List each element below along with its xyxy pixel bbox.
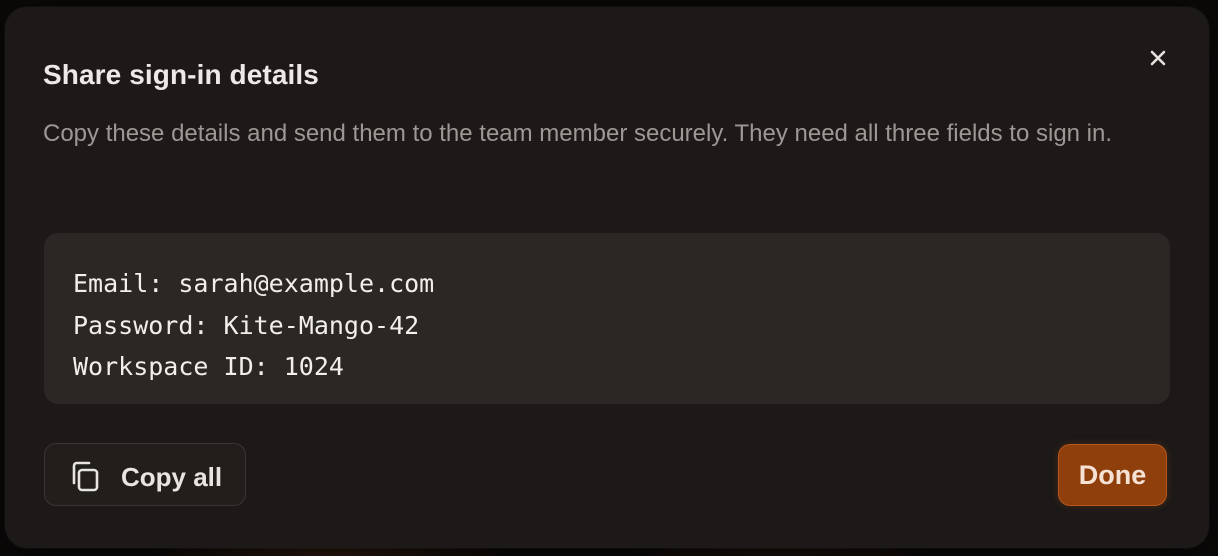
close-button[interactable] (1141, 41, 1175, 75)
copy-all-label: Copy all (121, 462, 223, 492)
workspace-id-line: Workspace ID: 1024 (73, 352, 344, 381)
done-label: Done (1078, 460, 1147, 490)
credentials-box: Email: sarah@example.com Password: Kite-… (44, 233, 1170, 404)
copy-icon (66, 458, 102, 494)
password-line: Password: Kite-Mango-42 (73, 311, 420, 340)
dialog-description: Copy these details and send them to the … (43, 120, 1113, 147)
done-button[interactable]: Done (1058, 444, 1167, 506)
close-icon (1149, 49, 1167, 67)
share-sign-in-dialog: Share sign-in details Copy these details… (5, 7, 1209, 548)
copy-all-button[interactable]: Copy all (44, 443, 246, 506)
dialog-title: Share sign-in details (43, 59, 319, 90)
email-line: Email: sarah@example.com (73, 269, 435, 298)
